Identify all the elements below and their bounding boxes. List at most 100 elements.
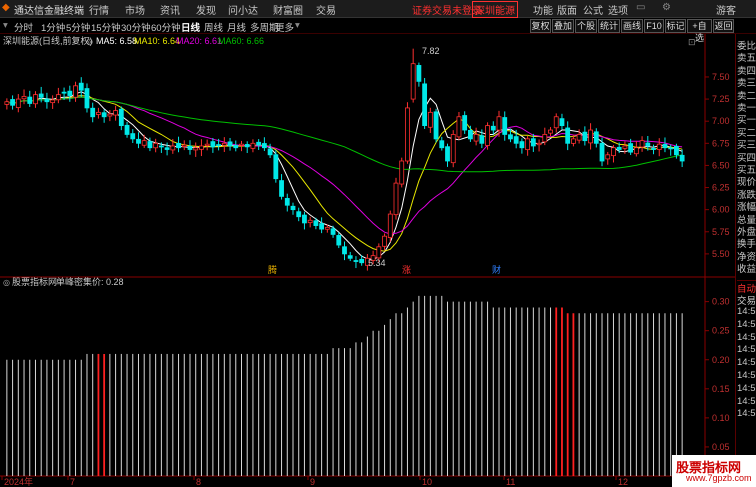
candle-body: [399, 160, 405, 185]
period-toolbar: ▾ 分时 1分钟 5分钟 15分钟 30分钟 60分钟 日线 周线 月线 多周期…: [0, 18, 756, 43]
period-30min[interactable]: 30分钟: [121, 20, 151, 34]
candle-body: [605, 154, 611, 160]
indicator-toggle-icon[interactable]: ◎: [3, 278, 10, 287]
menu-hangqing[interactable]: 行情: [89, 2, 109, 17]
candle-body: [261, 143, 267, 149]
ma10-label: MA10: 6.64: [134, 36, 180, 46]
btn-diejia[interactable]: 叠加: [552, 19, 574, 33]
ind-tick-label: 0.25: [712, 326, 730, 336]
candle-body: [96, 111, 101, 115]
candle-body: [319, 223, 325, 230]
candle-body: [153, 142, 159, 149]
btn-biaoji[interactable]: 标记: [665, 19, 686, 33]
candle-body: [542, 134, 548, 143]
dropdown-icon[interactable]: ▾: [3, 20, 8, 31]
menu-gongneng[interactable]: 功能: [533, 2, 553, 17]
candle-body: [193, 147, 199, 151]
candle-body: [633, 147, 639, 155]
price-axis: 7.50 7.25 7.00 6.75 6.50 6.25 6.00 5.75 5.50: [705, 72, 730, 259]
expand-icon[interactable]: ⊡: [688, 37, 696, 47]
date-tick-label: 9: [310, 477, 315, 487]
date-tick-label: 11: [506, 477, 515, 487]
ma10-line: [6, 95, 683, 252]
candle-body: [290, 205, 296, 211]
menu-xuanxiang[interactable]: 选项: [608, 2, 628, 17]
menu-gongshi[interactable]: 公式: [583, 2, 603, 17]
date-tick-label: 2024年: [4, 476, 33, 487]
period-more[interactable]: 更多: [275, 20, 294, 34]
menu-jiaoyi[interactable]: 交易: [316, 2, 336, 17]
candle-body: [250, 142, 256, 149]
candle-body: [513, 136, 519, 144]
period-15min[interactable]: 15分钟: [91, 20, 121, 34]
more-chevron-icon[interactable]: ▾: [295, 20, 300, 31]
price-tick-label: 6.25: [712, 183, 730, 193]
event-marker-cai[interactable]: 财: [492, 264, 501, 275]
period-1min[interactable]: 1分钟: [41, 20, 65, 34]
ma-toggle-icon[interactable]: ◎: [86, 37, 93, 46]
btn-huaxian[interactable]: 画线: [621, 19, 643, 33]
menu-shichang[interactable]: 市场: [125, 2, 145, 17]
btn-zixuan[interactable]: +自选: [687, 19, 712, 43]
candle-body: [416, 65, 422, 82]
period-monthly[interactable]: 月线: [227, 20, 246, 34]
candle-body: [485, 125, 490, 146]
kline-chart[interactable]: 7.50 7.25 7.00 6.75 6.50 6.25 6.00 5.75 5.50 0.3…: [0, 34, 735, 487]
price-tick-label: 7.00: [712, 116, 730, 126]
title-bar: ◆ 通达信金融终端 行情 市场 资讯 发现 问小达 财富圈 交易 证券交易未登录…: [0, 0, 756, 18]
candle-body: [410, 63, 416, 100]
price-tick-label: 6.50: [712, 160, 730, 170]
period-5min[interactable]: 5分钟: [66, 20, 90, 34]
settings-icon[interactable]: ⚙: [662, 2, 671, 13]
menu-faxian[interactable]: 发现: [196, 2, 216, 17]
candle-body: [141, 140, 147, 146]
event-marker-zhang[interactable]: 涨: [402, 265, 411, 275]
btn-f10[interactable]: F10: [644, 19, 664, 33]
period-daily[interactable]: 日线: [181, 20, 200, 34]
sidebar-trade-label: 交易: [737, 296, 756, 307]
btn-tongji[interactable]: 统计: [598, 19, 620, 33]
candle-body: [284, 198, 290, 206]
candle-body: [256, 141, 262, 146]
candle-body: [67, 90, 73, 96]
candle-body: [73, 85, 78, 98]
btn-gegu[interactable]: 个股: [575, 19, 597, 33]
date-tick-label: 7: [70, 477, 75, 487]
user-label[interactable]: 游客: [716, 2, 736, 17]
period-weekly[interactable]: 周线: [204, 20, 223, 34]
period-60min[interactable]: 60分钟: [151, 20, 181, 34]
candle-body: [588, 129, 593, 144]
minimize-icon[interactable]: ▭: [636, 2, 645, 13]
menu-caifuquan[interactable]: 财富圈: [273, 2, 303, 17]
sidebar-trade-time: 14:56: [737, 331, 756, 343]
candle-body: [199, 145, 204, 150]
menu-wenxiaoda[interactable]: 问小达: [228, 2, 258, 17]
stock-tab[interactable]: 深圳能源: [472, 1, 518, 18]
candle-body: [530, 138, 536, 147]
candle-body: [15, 98, 21, 109]
candle-body: [496, 116, 502, 131]
sidebar-trade-time: 14:56: [737, 370, 756, 381]
candle-body: [136, 138, 141, 144]
candle-body: [565, 127, 571, 144]
candle-body: [439, 140, 445, 149]
candle-body: [490, 125, 496, 131]
btn-fuquan[interactable]: 复权: [530, 19, 551, 33]
candle-body: [44, 98, 50, 103]
candle-body: [382, 235, 387, 247]
candle-body: [273, 154, 279, 180]
candle-body: [336, 235, 342, 246]
menu-banmian[interactable]: 版面: [557, 2, 577, 17]
candle-body: [307, 219, 313, 224]
candle-body: [405, 107, 410, 162]
period-fenshi[interactable]: 分时: [14, 20, 33, 34]
btn-fanhui[interactable]: 返回: [713, 19, 734, 33]
app-logo-icon: ◆: [2, 2, 10, 13]
event-marker-teng[interactable]: 腾: [268, 264, 277, 275]
candle-body: [467, 130, 473, 140]
menu-zixun[interactable]: 资讯: [160, 2, 180, 17]
sidebar-trade-time: 14:56: [737, 357, 756, 369]
candle-body: [78, 82, 84, 91]
candle-body: [582, 131, 588, 142]
candle-body: [508, 134, 513, 140]
